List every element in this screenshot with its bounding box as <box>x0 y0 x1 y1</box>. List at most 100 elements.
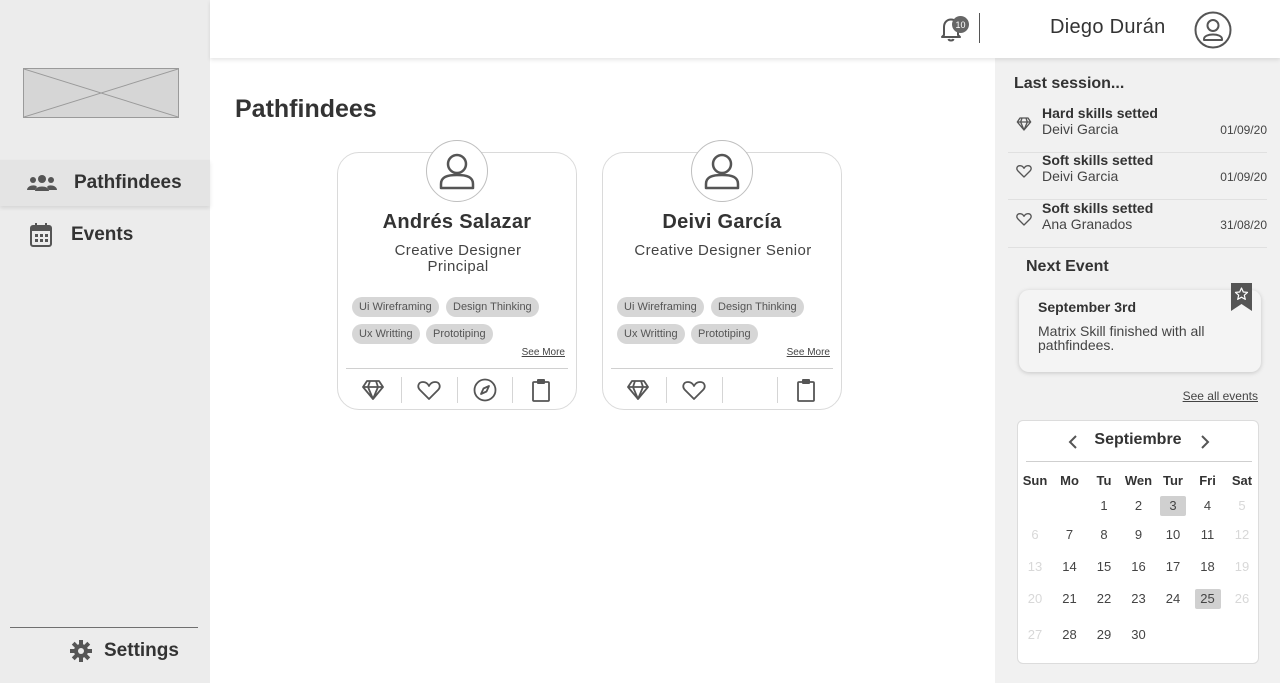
calendar-day[interactable]: 10 <box>1156 525 1190 545</box>
skill-chip: Prototiping <box>691 324 758 344</box>
bookmark-star-icon[interactable] <box>1231 283 1252 311</box>
calendar-month: Septiembre <box>1094 431 1182 448</box>
notes-button[interactable] <box>513 377 568 403</box>
calendar-day[interactable]: 30 <box>1122 625 1156 645</box>
calendar-day-header: Sun <box>1022 473 1048 488</box>
calendar-day[interactable]: 2 <box>1122 496 1156 516</box>
hard-skills-button[interactable] <box>611 377 667 403</box>
calendar-day[interactable]: 27 <box>1018 625 1052 645</box>
calendar-day[interactable]: 28 <box>1053 625 1087 645</box>
calendar-day-header: Sat <box>1231 473 1253 488</box>
skill-chip: Ux Writting <box>352 324 420 344</box>
skill-chip: Ui Wireframing <box>352 297 439 317</box>
clipboard-icon <box>531 378 551 402</box>
settings-button[interactable]: Settings <box>70 640 179 662</box>
calendar-day[interactable]: 11 <box>1191 525 1225 545</box>
diamond-icon <box>1016 116 1032 132</box>
session-date: 01/09/20 <box>1220 170 1267 184</box>
session-title: Soft skills setted <box>1042 200 1154 216</box>
see-more-link[interactable]: See More <box>522 347 565 358</box>
calendar-day[interactable]: 1 <box>1087 496 1121 516</box>
calendar-day[interactable]: 19 <box>1225 557 1259 577</box>
pathfindee-card[interactable]: Andrés Salazar Creative Designer Princip… <box>337 140 577 410</box>
card-actions <box>611 373 833 407</box>
card-name: Deivi García <box>662 211 782 233</box>
soft-skills-button[interactable] <box>667 377 723 403</box>
header-divider <box>979 13 980 43</box>
hard-skills-button[interactable] <box>346 377 402 403</box>
calendar-day[interactable]: 29 <box>1087 625 1121 645</box>
divider <box>10 627 198 628</box>
card-divider <box>611 368 833 369</box>
session-title: Hard skills setted <box>1042 105 1158 121</box>
heart-icon <box>417 379 441 401</box>
card-divider <box>346 368 568 369</box>
sidebar-item-label: Pathfindees <box>74 172 182 193</box>
event-date: September 3rd <box>1038 299 1137 315</box>
calendar-day[interactable]: 18 <box>1191 557 1225 577</box>
card-name: Andrés Salazar <box>382 211 532 233</box>
calendar-header: Septiembre <box>1018 431 1258 453</box>
card-role: Creative Designer Principal <box>394 242 522 275</box>
calendar-day[interactable]: 23 <box>1122 589 1156 609</box>
skill-chip: Design Thinking <box>711 297 804 317</box>
calendar-day[interactable]: 26 <box>1225 589 1259 609</box>
user-avatar-icon <box>426 140 488 202</box>
calendar-day[interactable]: 21 <box>1053 589 1087 609</box>
pathfindee-card[interactable]: Deivi García Creative Designer Senior Ui… <box>602 140 842 410</box>
user-avatar-icon <box>691 140 753 202</box>
diamond-icon <box>361 379 385 401</box>
calendar-day[interactable]: 12 <box>1225 525 1259 545</box>
notes-button[interactable] <box>778 377 833 403</box>
session-item[interactable]: Soft skills setted Ana Granados 31/08/20 <box>1008 200 1267 248</box>
right-panel: Last session... Hard skills setted Deivi… <box>995 58 1280 683</box>
skill-chip: Design Thinking <box>446 297 539 317</box>
top-header: 10 Diego Durán <box>210 0 1280 58</box>
card-role: Creative Designer Senior <box>634 242 812 259</box>
see-all-events-link[interactable]: See all events <box>1183 389 1258 403</box>
session-item[interactable]: Hard skills setted Deivi Garcia 01/09/20 <box>1008 105 1267 153</box>
event-description: Matrix Skill finished with all pathfinde… <box>1038 323 1205 353</box>
soft-skills-button[interactable] <box>402 377 458 403</box>
card-actions <box>346 373 568 407</box>
calendar-day[interactable]: 25 <box>1191 589 1225 609</box>
calendar-day[interactable]: 14 <box>1053 557 1087 577</box>
calendar-day[interactable]: 16 <box>1122 557 1156 577</box>
calendar-day[interactable]: 4 <box>1191 496 1225 516</box>
calendar-day-header: Tu <box>1096 473 1112 488</box>
session-title: Soft skills setted <box>1042 152 1154 168</box>
calendar-day[interactable]: 6 <box>1018 525 1052 545</box>
sidebar-item-events[interactable]: Events <box>0 212 210 258</box>
calendar-day[interactable]: 7 <box>1053 525 1087 545</box>
calendar-day-header: Tur <box>1163 473 1183 488</box>
path-button[interactable] <box>458 377 514 403</box>
calendar-day[interactable]: 3 <box>1156 496 1190 516</box>
user-name: Diego Durán <box>1050 16 1166 38</box>
heart-icon <box>682 379 706 401</box>
see-more-link[interactable]: See More <box>787 347 830 358</box>
skill-chip: Ui Wireframing <box>617 297 704 317</box>
session-name: Deivi Garcia <box>1042 168 1119 184</box>
chevron-right-icon[interactable] <box>1200 435 1210 449</box>
last-session-title: Last session... <box>1014 75 1125 92</box>
calendar-day[interactable]: 9 <box>1122 525 1156 545</box>
calendar-divider <box>1026 461 1252 462</box>
skill-chip: Prototiping <box>426 324 493 344</box>
session-name: Ana Granados <box>1042 216 1133 232</box>
sidebar-item-pathfindees[interactable]: Pathfindees <box>0 160 210 206</box>
calendar-day[interactable]: 17 <box>1156 557 1190 577</box>
chevron-left-icon[interactable] <box>1068 435 1078 449</box>
calendar-day[interactable]: 13 <box>1018 557 1052 577</box>
user-avatar-icon[interactable] <box>1194 11 1232 49</box>
empty-action-slot <box>723 377 779 403</box>
calendar-day[interactable]: 8 <box>1087 525 1121 545</box>
calendar-day[interactable]: 22 <box>1087 589 1121 609</box>
calendar-day[interactable]: 24 <box>1156 589 1190 609</box>
event-card[interactable]: September 3rd Matrix Skill finished with… <box>1019 283 1261 372</box>
calendar-day[interactable]: 20 <box>1018 589 1052 609</box>
heart-icon <box>1016 163 1032 179</box>
session-item[interactable]: Soft skills setted Deivi Garcia 01/09/20 <box>1008 152 1267 200</box>
calendar-day-header: Fri <box>1199 473 1216 488</box>
calendar-day[interactable]: 15 <box>1087 557 1121 577</box>
calendar-day[interactable]: 5 <box>1225 496 1259 516</box>
